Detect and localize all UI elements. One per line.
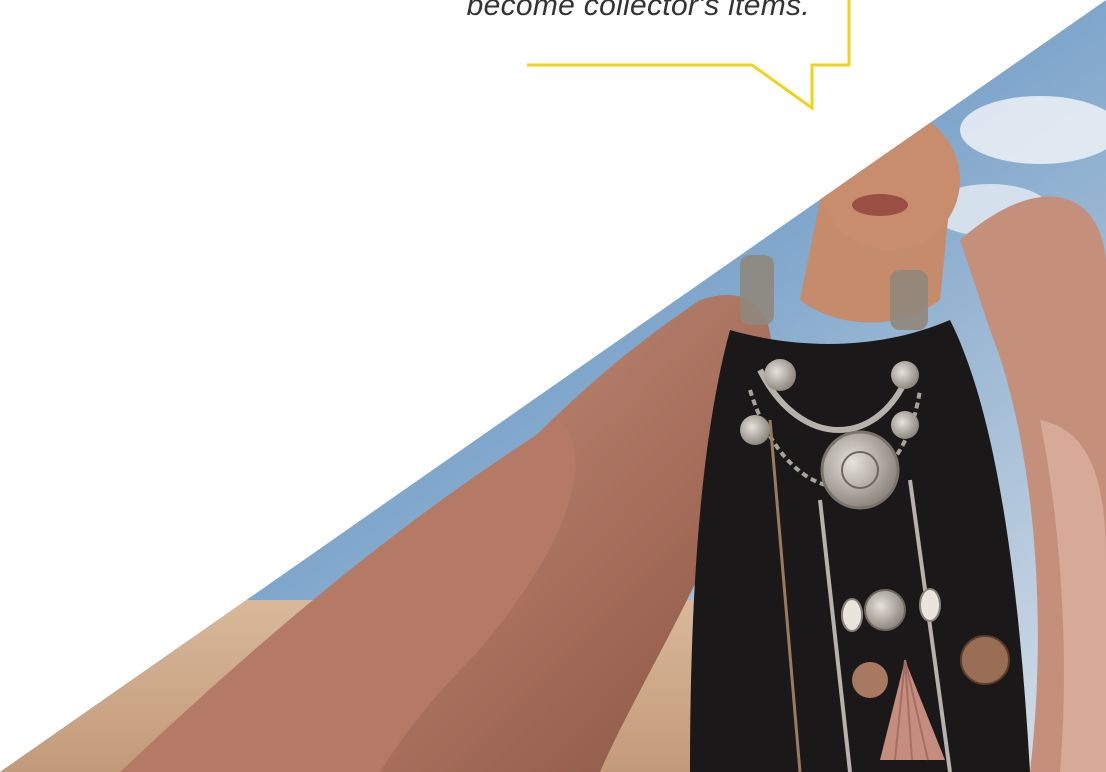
quote-bubble: become collector's items. <box>0 0 1106 120</box>
quote-text: become collector's items. <box>466 0 810 22</box>
page: become collector's items. <box>0 0 1106 772</box>
